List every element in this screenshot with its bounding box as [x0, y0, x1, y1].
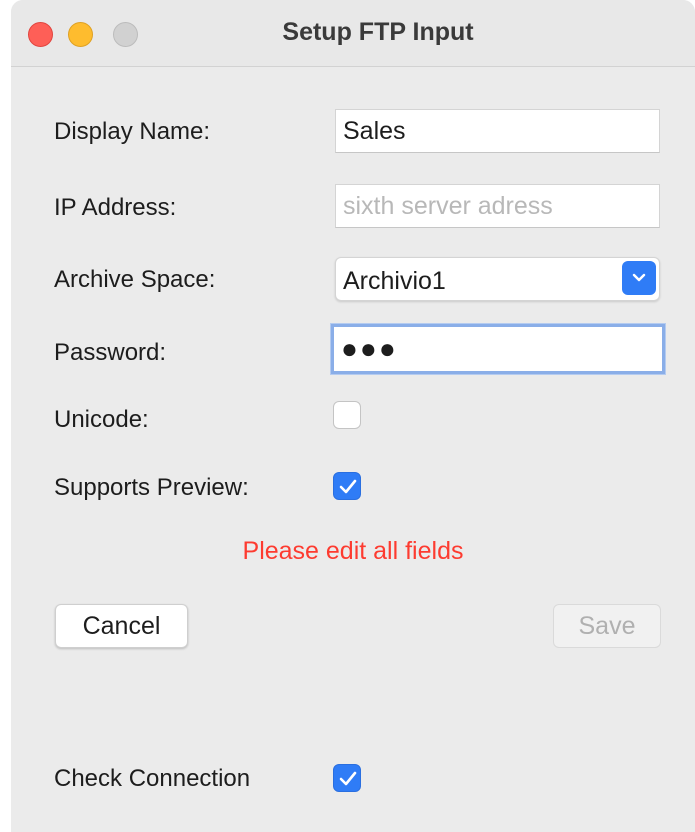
setup-ftp-window: Setup FTP Input Display Name: IP Address…: [11, 0, 695, 832]
supports-preview-checkbox[interactable]: [333, 472, 361, 500]
display-name-field[interactable]: [335, 109, 660, 153]
password-field[interactable]: [331, 324, 665, 374]
window-title: Setup FTP Input: [282, 18, 474, 46]
unicode-checkbox[interactable]: [333, 401, 361, 429]
ip-address-field[interactable]: [335, 184, 660, 228]
checkmark-icon: [339, 479, 357, 494]
cancel-button[interactable]: Cancel: [55, 604, 188, 648]
archive-space-selected-value: Archivio1: [343, 267, 446, 295]
checkmark-icon: [339, 771, 357, 786]
archive-space-select[interactable]: Archivio1: [335, 257, 660, 301]
password-label: Password:: [54, 339, 167, 366]
check-connection-checkbox[interactable]: [333, 764, 361, 792]
supports-preview-label: Supports Preview:: [54, 474, 249, 501]
validation-error-message: Please edit all fields: [242, 537, 464, 565]
archive-space-label: Archive Space:: [54, 266, 216, 293]
ip-address-label: IP Address:: [54, 194, 177, 221]
save-button[interactable]: Save: [553, 604, 661, 648]
check-connection-label: Check Connection: [54, 765, 251, 792]
display-name-label: Display Name:: [54, 118, 211, 145]
unicode-label: Unicode:: [54, 406, 149, 433]
title-bar: Setup FTP Input: [11, 0, 695, 67]
chevron-down-icon[interactable]: [622, 261, 656, 295]
